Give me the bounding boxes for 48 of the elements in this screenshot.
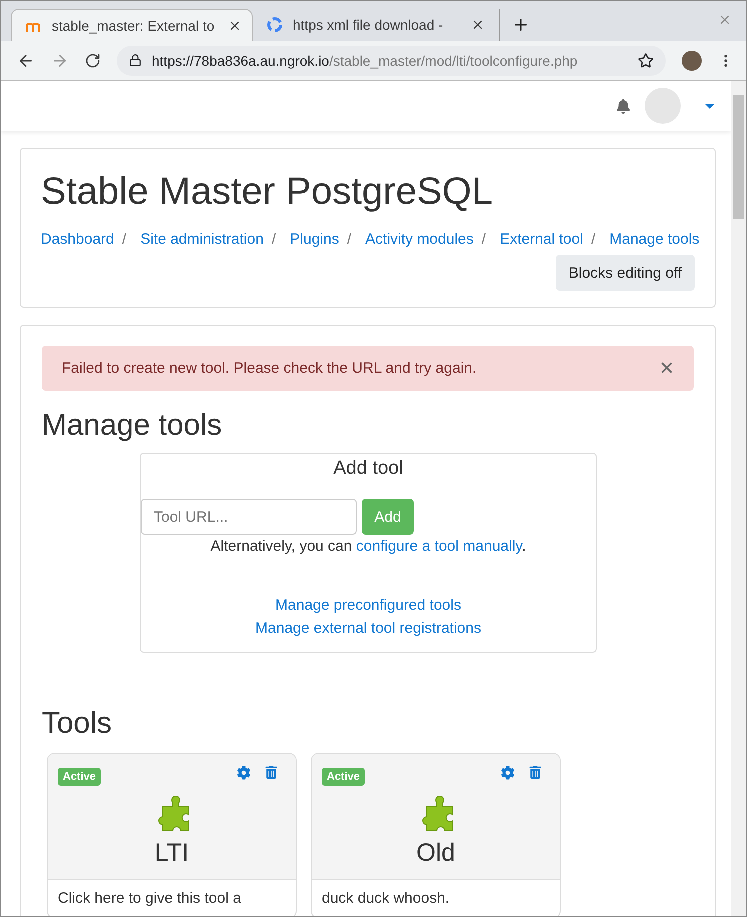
breadcrumb-link[interactable]: Dashboard	[41, 231, 114, 248]
status-badge: Active	[322, 768, 366, 786]
manage-link[interactable]: Manage external tool registrations	[256, 620, 482, 637]
breadcrumb-separator: /	[122, 231, 127, 248]
trash-icon[interactable]	[265, 766, 278, 779]
avatar[interactable]	[682, 50, 702, 70]
caret-icon[interactable]	[705, 104, 715, 108]
breadcrumb-link[interactable]: Site administration	[140, 231, 264, 248]
star-icon[interactable]	[638, 52, 654, 68]
address-bar[interactable]: https://78ba836a.au.ngrok.io/stable_master/mod/lti/toolconfigure.php	[117, 46, 666, 76]
url-text: https://78ba836a.au.ngrok.io/stable_master/mod/lti/toolconfigure.php	[152, 52, 579, 68]
bell-icon[interactable]	[616, 98, 631, 114]
configure-link[interactable]: configure a tool manually	[356, 538, 522, 555]
tool-name: LTI	[154, 839, 190, 868]
trash-icon[interactable]	[529, 766, 542, 779]
breadcrumb-link[interactable]: Plugins	[290, 231, 340, 248]
tab-title: https xml file download -	[293, 17, 444, 33]
section-heading: Tools	[42, 707, 114, 741]
settings-icon[interactable]	[237, 766, 251, 780]
site-title: Stable Master PostgreSQL	[41, 170, 494, 215]
breadcrumb-link[interactable]: External tool	[500, 231, 584, 248]
tab-title: stable_master: External to	[52, 18, 216, 34]
status-badge: Active	[58, 768, 102, 786]
close-button[interactable]: ×	[660, 356, 674, 380]
breadcrumb-link[interactable]: Manage tools	[610, 231, 700, 248]
browser-tab[interactable]: https xml file download -	[253, 9, 495, 41]
alternative-text: Alternatively, you can configure a tool manually.	[210, 538, 528, 555]
alert-message: Failed to create new tool. Please check the URL and try again.	[62, 360, 477, 377]
breadcrumb-separator: /	[482, 231, 486, 248]
settings-icon[interactable]	[501, 766, 515, 780]
tool-name: Old	[416, 839, 456, 868]
tool-description: duck duck whoosh.	[321, 889, 451, 909]
breadcrumb-separator: /	[591, 231, 596, 248]
browser-tab[interactable]: stable_master: External to	[11, 9, 253, 41]
breadcrumb-link[interactable]: Activity modules	[366, 231, 474, 248]
tool-description: Click here to give this tool a	[57, 889, 242, 909]
breadcrumb-separator: /	[272, 231, 276, 248]
panel-title: Add tool	[332, 458, 404, 480]
tool-url-field[interactable]: Tool URL...	[141, 499, 357, 535]
manage-link[interactable]: Manage preconfigured tools	[276, 597, 462, 614]
add-button[interactable]: Add	[362, 499, 414, 535]
lock-icon	[129, 54, 142, 67]
blocks-editing-button[interactable]: Blocks editing off	[556, 255, 695, 291]
page-heading: Manage tools	[42, 409, 224, 443]
scrollbar[interactable]	[731, 81, 746, 916]
breadcrumb-separator: /	[347, 231, 352, 248]
close-icon[interactable]	[471, 18, 485, 32]
reload-icon[interactable]	[85, 52, 101, 68]
